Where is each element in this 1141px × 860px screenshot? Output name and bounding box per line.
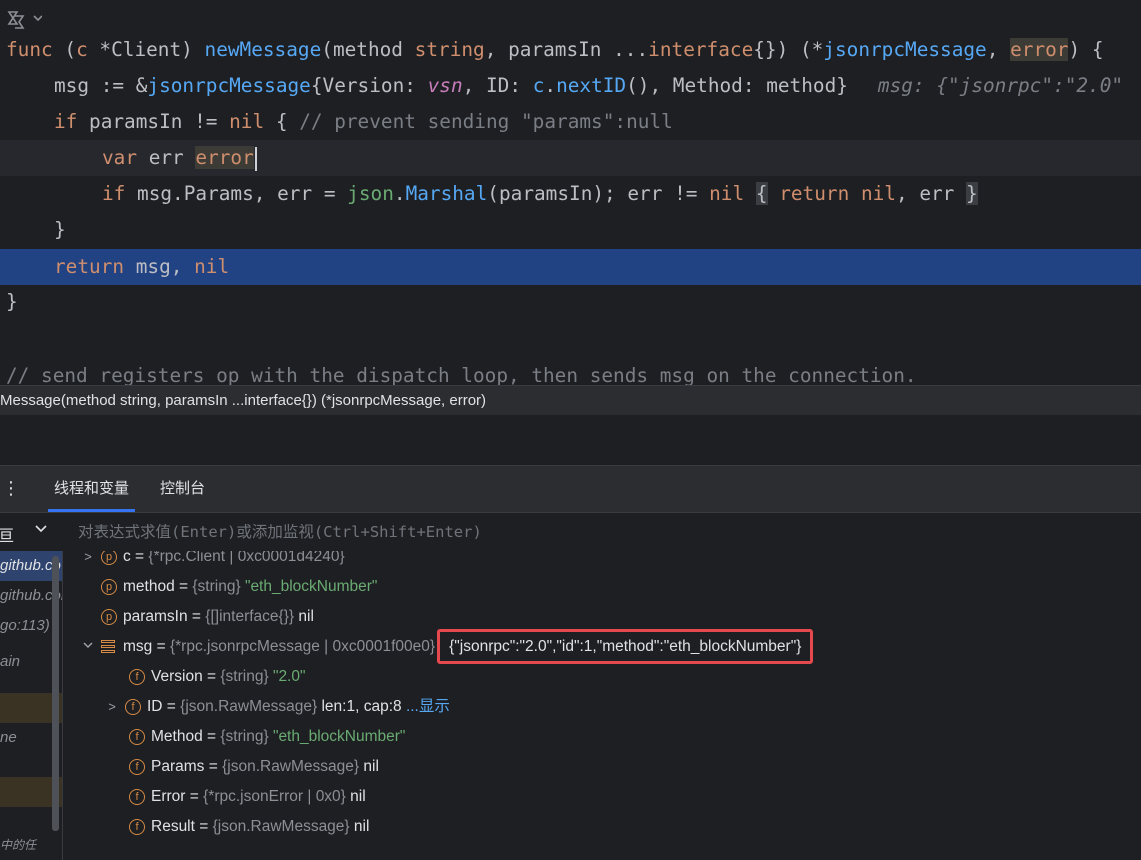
tab-console[interactable]: 控制台 xyxy=(160,466,205,512)
parameter-icon: p xyxy=(101,551,117,565)
variable-row-params[interactable]: f Params = {json.RawMessage} nil xyxy=(129,752,379,782)
tab-threads-variables[interactable]: 线程和变量 xyxy=(47,466,136,512)
variable-row-c[interactable]: > p c = {*rpc.Client | 0xc0001d4240} xyxy=(81,551,345,572)
debug-toolbar: 亘 对表达式求值(Enter)或添加监视(Ctrl+Shift+Enter) xyxy=(0,512,1141,552)
show-value-link[interactable]: ...显示 xyxy=(402,698,450,715)
breadcrumb[interactable]: Message(method string, paramsIn ...inter… xyxy=(0,385,1141,416)
code-line-4[interactable]: var err error xyxy=(0,140,1141,176)
field-icon: f xyxy=(129,668,145,685)
variable-row-msg[interactable]: msg = {*rpc.jsonrpcMessage | 0xc0001f00e… xyxy=(81,629,814,664)
frames-toolbar: 亘 xyxy=(0,513,62,551)
frames-list: github.co github.com go:113) ain ne 中的任 xyxy=(0,551,63,860)
variable-row-result[interactable]: f Result = {json.RawMessage} nil xyxy=(129,812,369,842)
code-line-1[interactable]: func (c *Client) newMessage(method strin… xyxy=(0,32,1141,68)
code-line-6[interactable]: } xyxy=(0,212,1141,248)
local-variable-icon xyxy=(101,639,115,655)
debug-tabs: ⋮ 线程和变量 控制台 xyxy=(0,466,1141,512)
code-line-7-execution-point[interactable]: return msg, nil xyxy=(0,249,1141,285)
field-icon: f xyxy=(129,728,145,745)
code-line-2[interactable]: msg := &jsonrpcMessage{Version: vsn, ID:… xyxy=(0,68,1141,104)
field-icon: f xyxy=(125,698,141,715)
variable-row-method[interactable]: p method = {string} "eth_blockNumber" xyxy=(101,572,377,602)
chevron-right-icon[interactable]: > xyxy=(105,692,119,722)
frames-scrollbar[interactable] xyxy=(52,556,59,831)
thread-filter-icon[interactable]: 亘 xyxy=(0,522,14,546)
ai-assistant-icon[interactable] xyxy=(6,8,46,32)
variable-row-method-field[interactable]: f Method = {string} "eth_blockNumber" xyxy=(129,722,405,752)
variable-row-id[interactable]: > f ID = {json.RawMessage} len:1, cap:8 ..… xyxy=(105,692,450,722)
code-line-10[interactable]: // send registers op with the dispatch l… xyxy=(0,358,1141,385)
inline-value-hint: msg: {"jsonrpc":"2.0" xyxy=(877,74,1124,97)
parameter-icon: p xyxy=(101,578,117,595)
chevron-down-icon[interactable] xyxy=(34,521,48,540)
text-caret xyxy=(254,146,257,171)
more-options-icon[interactable]: ⋮ xyxy=(2,478,20,499)
annotation-highlight-box: {"jsonrpc":"2.0","id":1,"method":"eth_bl… xyxy=(437,629,814,664)
debug-panel: ⋮ 线程和变量 控制台 亘 对表达式求值(Enter)或添加监视(Ctrl+Sh… xyxy=(0,465,1141,860)
code-editor[interactable]: func (c *Client) newMessage(method strin… xyxy=(0,0,1141,385)
variable-row-version[interactable]: f Version = {string} "2.0" xyxy=(129,662,306,692)
code-line-5[interactable]: if msg.Params, err = json.Marshal(params… xyxy=(0,176,1141,212)
evaluate-expression-input[interactable]: 对表达式求值(Enter)或添加监视(Ctrl+Shift+Enter) xyxy=(78,513,482,551)
code-line-8[interactable]: } xyxy=(0,284,1141,320)
editor-spacer xyxy=(0,415,1141,465)
field-icon: f xyxy=(129,818,145,835)
code-line-3[interactable]: if paramsIn != nil { // prevent sending … xyxy=(0,104,1141,140)
parameter-icon: p xyxy=(101,608,117,625)
variables-tree: > p c = {*rpc.Client | 0xc0001d4240} p meth… xyxy=(63,551,1141,860)
field-icon: f xyxy=(129,758,145,775)
chevron-down-icon[interactable] xyxy=(81,632,95,662)
variable-row-paramsin[interactable]: p paramsIn = {[]interface{}} nil xyxy=(101,602,314,632)
msg-json-value: {"jsonrpc":"2.0","id":1,"method":"eth_bl… xyxy=(449,638,802,655)
frame-item[interactable]: 中的任 xyxy=(0,830,62,860)
field-icon: f xyxy=(129,788,145,805)
variable-row-error[interactable]: f Error = {*rpc.jsonError | 0x0} nil xyxy=(129,782,366,812)
chevron-right-icon[interactable]: > xyxy=(81,551,95,572)
